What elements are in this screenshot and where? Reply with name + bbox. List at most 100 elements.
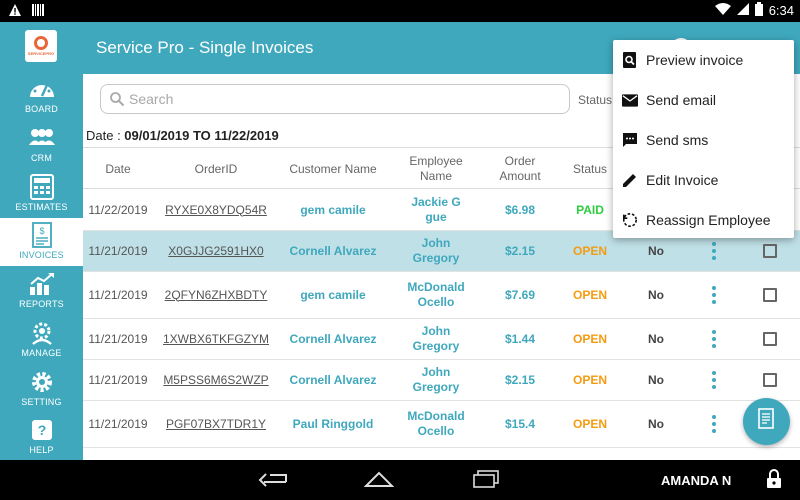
- cell-order-id[interactable]: M5PSS6M6S2WZP: [163, 360, 269, 400]
- cell-date: 11/21/2019: [88, 287, 148, 302]
- recent-apps-icon[interactable]: [472, 470, 500, 488]
- search-box[interactable]: [100, 84, 570, 114]
- chart-icon: [29, 271, 55, 297]
- cell-status: OPEN: [572, 416, 607, 431]
- row-select-checkbox[interactable]: [755, 360, 785, 400]
- sidebar: SERVICEPRO BOARD CRM ESTIMATES $ INVOICE…: [0, 22, 83, 460]
- column-header-customer[interactable]: Customer Name: [283, 148, 383, 190]
- system-navigation-bar: AMANDA N: [0, 460, 800, 500]
- sidebar-item-estimates[interactable]: ESTIMATES: [0, 170, 83, 218]
- cell-status: OPEN: [572, 287, 607, 302]
- table-row[interactable]: 11/21/2019 M5PSS6M6S2WZP Cornell Alvarez Jo…: [83, 360, 800, 401]
- cell-customer: Cornell Alvarez: [289, 243, 377, 258]
- cell-employee: McDonald Ocello: [407, 409, 465, 438]
- cell-flag: No: [648, 416, 664, 431]
- sidebar-item-setting[interactable]: SETTING: [0, 365, 83, 413]
- cell-order-id[interactable]: 2QFYN6ZHXBDTY: [163, 272, 269, 318]
- edit-icon: [622, 172, 638, 188]
- sidebar-item-invoices[interactable]: $ INVOICES: [0, 218, 83, 266]
- menu-item-preview-invoice[interactable]: Preview invoice: [613, 40, 794, 80]
- column-header-status[interactable]: Status: [561, 148, 619, 190]
- battery-icon: [754, 2, 763, 19]
- cell-date: 11/21/2019: [88, 331, 148, 346]
- cell-date: 11/21/2019: [88, 372, 148, 387]
- cell-order-id[interactable]: X0GJJG2591HX0: [163, 231, 269, 271]
- column-header-order-id[interactable]: OrderID: [163, 148, 269, 190]
- table-row[interactable]: 11/21/2019 2QFYN6ZHXBDTY gem camile McDonal…: [83, 272, 800, 319]
- cell-date: 11/21/2019: [88, 243, 148, 258]
- sidebar-item-reports[interactable]: REPORTS: [0, 267, 83, 315]
- cell-order-id[interactable]: RYXE0X8YDQ54R: [163, 190, 269, 230]
- column-header-date[interactable]: Date: [83, 148, 153, 190]
- cell-amount: $2.15: [504, 243, 536, 258]
- cell-flag: No: [648, 331, 664, 346]
- clock-time: 6:34: [768, 3, 794, 18]
- invoice-icon: $: [31, 222, 53, 248]
- cell-date: 11/21/2019: [88, 416, 148, 431]
- cell-order-id[interactable]: 1XWBX6TKFGZYM: [163, 319, 269, 359]
- cell-flag: No: [648, 372, 664, 387]
- dashboard-icon: [29, 76, 55, 102]
- cell-employee: John Gregory: [412, 324, 460, 353]
- manage-gear-icon: [29, 320, 55, 346]
- row-more-options-icon[interactable]: [699, 319, 729, 359]
- svg-text:$: $: [39, 226, 44, 236]
- row-more-options-icon[interactable]: [699, 401, 729, 447]
- cell-employee: John Gregory: [412, 365, 460, 394]
- sms-icon: [622, 132, 638, 148]
- cell-status: OPEN: [572, 331, 607, 346]
- invoice-context-menu: Preview invoice Send email Send sms Edit…: [613, 40, 794, 238]
- people-icon: [28, 125, 56, 151]
- cell-customer: Paul Ringgold: [292, 416, 374, 431]
- date-range: Date : 09/01/2019 TO 11/22/2019: [86, 128, 279, 143]
- table-row[interactable]: 11/21/2019 PGF07BX7TDR1Y Paul Ringgold McDo…: [83, 401, 800, 448]
- row-select-checkbox[interactable]: [755, 272, 785, 318]
- cell-flag: No: [648, 287, 664, 302]
- cell-customer: Cornell Alvarez: [289, 372, 377, 387]
- table-row[interactable]: 11/21/2019 1XWBX6TKFGZYM Cornell Alvarez Jo…: [83, 319, 800, 360]
- menu-item-send-email[interactable]: Send email: [613, 80, 794, 120]
- help-icon: ?: [31, 417, 53, 443]
- cell-amount: $6.98: [504, 202, 536, 217]
- signal-icon: [736, 2, 749, 19]
- menu-item-edit-invoice[interactable]: Edit Invoice: [613, 160, 794, 200]
- menu-item-send-sms[interactable]: Send sms: [613, 120, 794, 160]
- cell-customer: gem camile: [300, 202, 366, 217]
- status-filter-label[interactable]: Status: [578, 93, 612, 107]
- date-range-label: Date :: [86, 128, 125, 143]
- gear-icon: [30, 369, 54, 395]
- cell-employee: John Gregory: [412, 236, 460, 265]
- system-status-bar: 6:34: [0, 0, 800, 22]
- row-more-options-icon[interactable]: [699, 360, 729, 400]
- cell-order-id[interactable]: PGF07BX7TDR1Y: [163, 401, 269, 447]
- warning-icon: [8, 3, 22, 22]
- wifi-icon: [714, 2, 731, 19]
- column-header-employee[interactable]: Employee Name: [401, 148, 471, 190]
- menu-item-reassign-employee[interactable]: Reassign Employee: [613, 200, 794, 240]
- cell-customer: gem camile: [300, 287, 366, 302]
- sidebar-item-help[interactable]: ? HELP: [0, 413, 83, 461]
- sidebar-item-crm[interactable]: CRM: [0, 121, 83, 169]
- barcode-icon: [32, 3, 44, 22]
- email-icon: [622, 92, 638, 108]
- cell-status: OPEN: [572, 243, 607, 258]
- new-invoice-icon: [757, 408, 777, 435]
- lock-icon[interactable]: [766, 469, 782, 489]
- app-logo: SERVICEPRO: [25, 30, 57, 62]
- sidebar-item-board[interactable]: BOARD: [0, 72, 83, 120]
- cell-status: PAID: [576, 202, 604, 217]
- new-invoice-fab[interactable]: [743, 398, 790, 445]
- cell-employee: McDonald Ocello: [407, 280, 465, 309]
- row-select-checkbox[interactable]: [755, 319, 785, 359]
- calculator-icon: [29, 174, 55, 200]
- cell-customer: Cornell Alvarez: [289, 331, 377, 346]
- back-icon[interactable]: [258, 470, 288, 488]
- reassign-icon: [622, 212, 638, 228]
- column-header-amount[interactable]: Order Amount: [487, 148, 553, 190]
- search-input[interactable]: [129, 89, 559, 109]
- page-title: Service Pro - Single Invoices: [96, 38, 314, 57]
- row-more-options-icon[interactable]: [699, 272, 729, 318]
- date-range-value: 09/01/2019 TO 11/22/2019: [124, 128, 279, 143]
- home-icon[interactable]: [364, 470, 394, 488]
- sidebar-item-manage[interactable]: MANAGE: [0, 316, 83, 364]
